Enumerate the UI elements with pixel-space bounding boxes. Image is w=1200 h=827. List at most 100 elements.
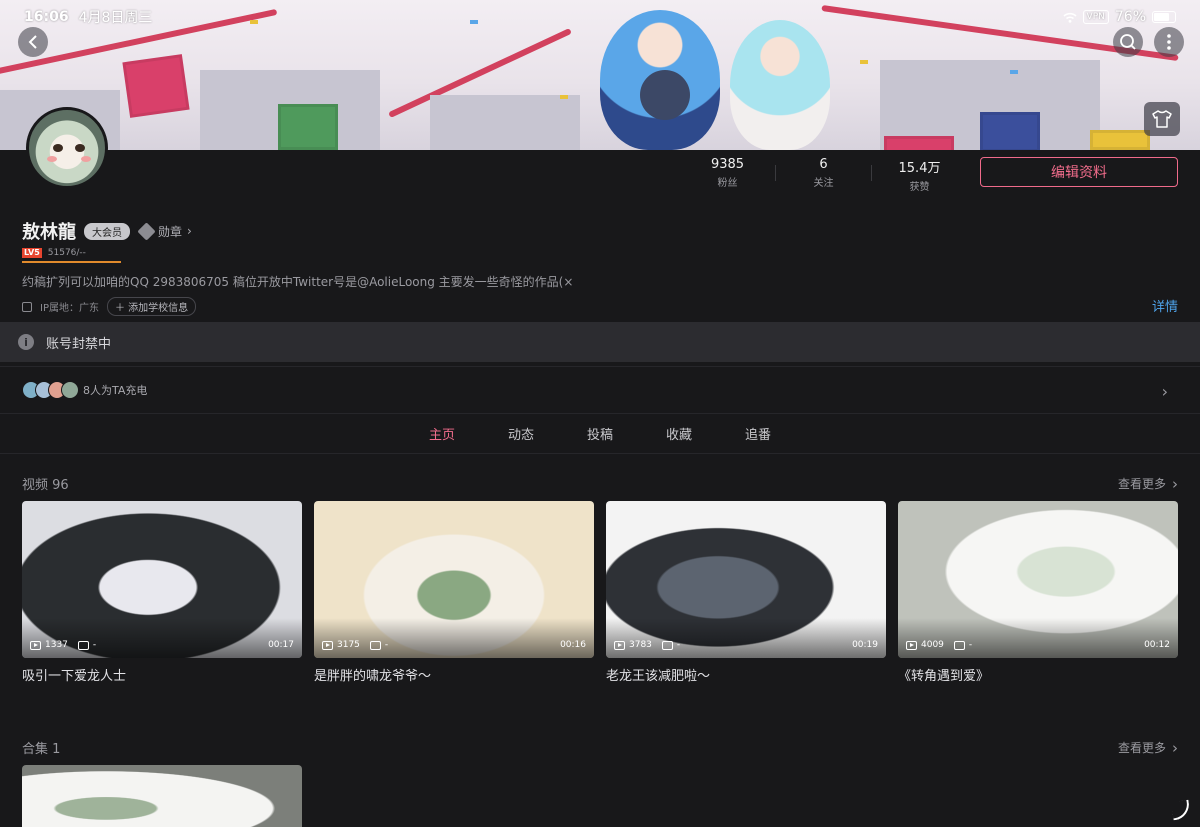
- charger-avatars: [22, 381, 79, 399]
- video-card[interactable]: 3175 - 00:16 是胖胖的啸龙爷爷～: [314, 501, 594, 684]
- banner-bear-plush: [640, 70, 690, 120]
- video-thumbnail[interactable]: 3175 - 00:16: [314, 501, 594, 658]
- video-title[interactable]: 《转角遇到爱》: [898, 665, 1178, 684]
- video-title[interactable]: 是胖胖的啸龙爷爷～: [314, 665, 594, 684]
- play-count-icon: [322, 640, 333, 650]
- chevron-right-icon: ›: [1161, 382, 1168, 401]
- danmaku-count: -: [92, 640, 97, 650]
- level-row: LV5 51576/--: [22, 248, 86, 258]
- banner-gift: [1090, 130, 1150, 150]
- wifi-icon: [1063, 12, 1077, 23]
- banner-building: [430, 95, 580, 150]
- battery-percent: 76%: [1114, 9, 1146, 25]
- video-list: 1337 - 00:17 吸引一下爱龙人士 3175 - 00:16 是胖胖的啸…: [22, 501, 1178, 684]
- danmaku-count: -: [968, 640, 973, 650]
- tab-favorites[interactable]: 收藏: [640, 424, 719, 443]
- more-vertical-icon: [1167, 34, 1171, 50]
- more-label: 查看更多: [1117, 741, 1166, 755]
- video-thumbnail[interactable]: 1337 - 00:17: [22, 501, 302, 658]
- video-card[interactable]: 4009 - 00:12 《转角遇到爱》: [898, 501, 1178, 684]
- tab-dynamic[interactable]: 动态: [482, 424, 561, 443]
- view-count: 1337: [45, 640, 68, 650]
- video-card[interactable]: 3783 - 00:19 老龙王该减肥啦～: [606, 501, 886, 684]
- change-skin-button[interactable]: [1144, 102, 1180, 136]
- view-count: 4009: [921, 640, 944, 650]
- collection-thumbnail[interactable]: [22, 765, 302, 827]
- ip-location: IP属地：广东: [40, 303, 99, 314]
- status-bar: 16:06 4月8日周三 VPN 76%: [24, 8, 1176, 26]
- battery-icon: [1152, 11, 1176, 23]
- add-school-button[interactable]: ＋ 添加学校信息: [106, 297, 197, 316]
- danmaku-icon: [661, 640, 673, 650]
- username: 敖林龍: [22, 222, 76, 243]
- chevron-right-icon: ›: [1172, 738, 1178, 757]
- tab-bangumi[interactable]: 追番: [719, 424, 798, 443]
- banner-gift: [884, 136, 954, 150]
- video-duration: 00:19: [852, 640, 878, 650]
- video-duration: 00:17: [268, 640, 294, 650]
- more-label: 查看更多: [1117, 477, 1166, 491]
- videos-section-title: 视频 96: [22, 478, 69, 493]
- user-avatar[interactable]: [26, 107, 108, 189]
- stat-value: 6: [819, 157, 828, 172]
- edit-profile-button[interactable]: 编辑资料: [980, 157, 1178, 187]
- exp-text: 51576/--: [47, 248, 86, 258]
- view-count: 3783: [629, 640, 652, 650]
- danmaku-icon: [77, 640, 89, 650]
- medal-link[interactable]: 勋章 ›: [137, 221, 192, 241]
- banner-gift: [122, 54, 190, 118]
- play-count-icon: [906, 640, 917, 650]
- collections-more-link[interactable]: 查看更多 ›: [1118, 739, 1178, 757]
- danmaku-icon: [369, 640, 381, 650]
- stat-following[interactable]: 6 关注: [776, 157, 871, 189]
- stat-value: 9385: [710, 157, 745, 172]
- avatar-cheek: [81, 156, 91, 162]
- stat-value: 15.4万: [898, 161, 941, 176]
- stat-fans[interactable]: 9385 粉丝: [680, 157, 775, 189]
- status-date: 4月8日周三: [78, 10, 153, 26]
- search-button[interactable]: [1113, 27, 1143, 57]
- video-thumbnail[interactable]: 3783 - 00:19: [606, 501, 886, 658]
- play-count-icon: [614, 640, 625, 650]
- view-count: 3175: [337, 640, 360, 650]
- tab-uploads[interactable]: 投稿: [561, 424, 640, 443]
- collections-section-title: 合集 1: [22, 742, 61, 757]
- video-duration: 00:16: [560, 640, 586, 650]
- vip-badge[interactable]: 大会员: [84, 222, 130, 240]
- back-arrow-icon: [28, 35, 37, 49]
- ip-location-icon: [22, 301, 32, 312]
- tab-home[interactable]: 主页: [403, 424, 482, 443]
- confetti: [860, 60, 868, 64]
- play-count-icon: [30, 640, 41, 650]
- avatar-eye: [75, 144, 85, 152]
- stat-label: 关注: [813, 178, 834, 189]
- vpn-indicator: VPN: [1082, 10, 1109, 24]
- banner-gift: [278, 104, 338, 150]
- danmaku-count: -: [384, 640, 389, 650]
- chevron-right-icon: ›: [187, 224, 192, 238]
- videos-section-header: 视频 96 查看更多 ›: [22, 474, 1178, 494]
- chevron-right-icon: ›: [1172, 474, 1178, 493]
- video-title[interactable]: 老龙王该减肥啦～: [606, 665, 886, 684]
- status-time: 16:06: [24, 9, 69, 25]
- banner-character-white: [730, 20, 830, 150]
- user-bio: 约稿扩列可以加咱的QQ 2983806705 稿位开放中Twitter号是@Ao…: [22, 275, 574, 289]
- more-button[interactable]: [1154, 27, 1184, 57]
- stat-likes[interactable]: 15.4万 获赞: [872, 157, 967, 193]
- video-card[interactable]: 1337 - 00:17 吸引一下爱龙人士: [22, 501, 302, 684]
- back-button[interactable]: [18, 27, 48, 57]
- stat-label: 获赞: [909, 182, 930, 193]
- videos-more-link[interactable]: 查看更多 ›: [1118, 475, 1178, 493]
- confetti: [560, 95, 568, 99]
- medal-label: 勋章: [158, 224, 183, 239]
- video-thumbnail[interactable]: 4009 - 00:12: [898, 501, 1178, 658]
- banner-gift: [980, 112, 1040, 150]
- video-title[interactable]: 吸引一下爱龙人士: [22, 665, 302, 684]
- level-badge: LV5: [22, 248, 42, 258]
- video-duration: 00:12: [1144, 640, 1170, 650]
- charge-row[interactable]: 8人为TA充电 ›: [0, 366, 1200, 414]
- collections-section-header: 合集 1 查看更多 ›: [22, 738, 1178, 758]
- charge-text: 8人为TA充电: [83, 384, 148, 397]
- detail-link[interactable]: 详情: [1152, 296, 1178, 315]
- confetti: [1010, 70, 1018, 74]
